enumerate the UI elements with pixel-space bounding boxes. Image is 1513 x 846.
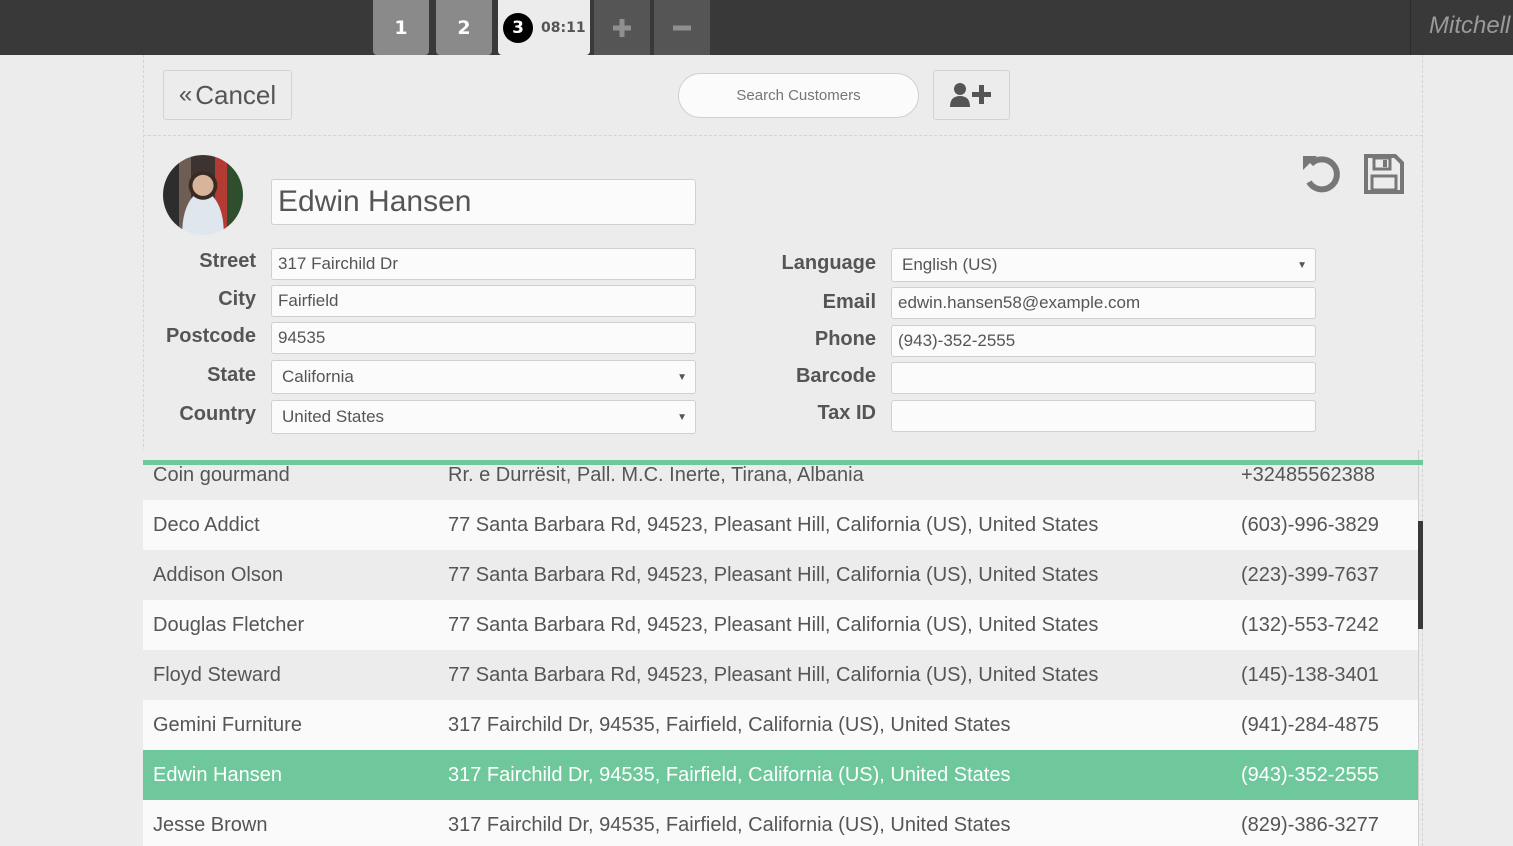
- email-label: Email: [822, 291, 876, 313]
- double-chevron-left-icon: «: [178, 81, 193, 108]
- country-select[interactable]: United States ▼: [271, 400, 696, 434]
- customer-avatar[interactable]: [163, 155, 243, 235]
- street-input[interactable]: [271, 248, 696, 280]
- state-label: State: [207, 364, 256, 386]
- order-time: 08:11: [541, 19, 586, 36]
- customer-row[interactable]: Coin gourmand Rr. e Durrësit, Pall. M.C.…: [143, 450, 1418, 500]
- dropdown-arrow-icon: ▼: [677, 371, 687, 383]
- cancel-label: Cancel: [195, 79, 277, 110]
- username: Mitchell: [1429, 12, 1511, 39]
- customer-name: Edwin Hansen: [153, 763, 282, 786]
- customer-name: Jesse Brown: [153, 813, 268, 836]
- order-tab-1[interactable]: 1: [373, 0, 429, 55]
- language-label: Language: [781, 252, 876, 274]
- customer-address: 317 Fairchild Dr, 94535, Fairfield, Cali…: [448, 763, 1011, 786]
- search-customers-input[interactable]: [678, 73, 919, 118]
- customer-address: 317 Fairchild Dr, 94535, Fairfield, Cali…: [448, 813, 1011, 836]
- save-button[interactable]: [1360, 150, 1408, 198]
- order-tab-label: 2: [457, 16, 471, 39]
- customer-phone: (145)-138-3401: [1241, 663, 1379, 686]
- minus-icon: [673, 25, 691, 30]
- barcode-input[interactable]: [891, 362, 1316, 394]
- plus-icon: [613, 18, 631, 37]
- order-tab-label: 1: [394, 16, 408, 39]
- undo-icon: [1303, 156, 1340, 193]
- user-plus-icon: [949, 83, 991, 107]
- add-customer-button[interactable]: [933, 70, 1010, 120]
- customer-phone: (941)-284-4875: [1241, 713, 1379, 736]
- dropdown-arrow-icon: ▼: [677, 411, 687, 423]
- order-tab-2[interactable]: 2: [436, 0, 492, 55]
- remove-order-button[interactable]: [654, 0, 710, 55]
- phone-label: Phone: [814, 328, 876, 350]
- postcode-label: Postcode: [165, 325, 256, 347]
- customer-phone: (829)-386-3277: [1241, 813, 1379, 836]
- customer-name: Floyd Steward: [153, 663, 281, 686]
- customer-name: Gemini Furniture: [153, 713, 302, 736]
- cancel-button[interactable]: « Cancel: [163, 70, 292, 120]
- top-bar: 1 2 3 08:11 Mitchell: [0, 0, 1513, 55]
- customer-phone: (943)-352-2555: [1241, 763, 1379, 786]
- tax-id-input[interactable]: [891, 400, 1316, 432]
- customer-row-selected[interactable]: Edwin Hansen 317 Fairchild Dr, 94535, Fa…: [143, 750, 1418, 800]
- customer-name-input[interactable]: [271, 179, 696, 225]
- customer-address: 77 Santa Barbara Rd, 94523, Pleasant Hil…: [448, 613, 1099, 636]
- customer-phone: (223)-399-7637: [1241, 563, 1379, 586]
- customer-list: Coin gourmand Rr. e Durrësit, Pall. M.C.…: [143, 450, 1419, 846]
- city-label: City: [218, 288, 256, 310]
- customer-row[interactable]: Douglas Fletcher 77 Santa Barbara Rd, 94…: [143, 600, 1418, 650]
- customer-phone: (132)-553-7242: [1241, 613, 1379, 636]
- customer-name: Addison Olson: [153, 563, 284, 586]
- undo-button[interactable]: [1297, 150, 1345, 198]
- user-menu[interactable]: Mitchell: [1410, 0, 1513, 55]
- customer-address: Rr. e Durrësit, Pall. M.C. Inerte, Tiran…: [448, 463, 864, 486]
- language-value: English (US): [902, 255, 998, 274]
- customer-phone: +32485562388: [1241, 463, 1376, 486]
- tax-id-label: Tax ID: [817, 402, 876, 424]
- dropdown-arrow-icon: ▼: [1297, 259, 1307, 271]
- customer-phone: (603)-996-3829: [1241, 513, 1379, 536]
- customer-name: Coin gourmand: [153, 463, 290, 486]
- customer-row[interactable]: Floyd Steward 77 Santa Barbara Rd, 94523…: [143, 650, 1418, 700]
- language-select[interactable]: English (US) ▼: [891, 248, 1316, 282]
- floppy-disk-icon: [1364, 154, 1404, 194]
- state-select[interactable]: California ▼: [271, 360, 696, 394]
- customer-address: 77 Santa Barbara Rd, 94523, Pleasant Hil…: [448, 513, 1099, 536]
- email-input[interactable]: [891, 287, 1316, 319]
- phone-input[interactable]: [891, 325, 1316, 357]
- customer-name: Douglas Fletcher: [153, 613, 305, 636]
- country-label: Country: [179, 403, 256, 425]
- customer-row[interactable]: Deco Addict 77 Santa Barbara Rd, 94523, …: [143, 500, 1418, 550]
- street-label: Street: [199, 250, 256, 272]
- list-top-accent: [143, 460, 1423, 465]
- customer-row[interactable]: Addison Olson 77 Santa Barbara Rd, 94523…: [143, 550, 1418, 600]
- customer-row[interactable]: Jesse Brown 317 Fairchild Dr, 94535, Fai…: [143, 800, 1418, 846]
- customer-row[interactable]: Gemini Furniture 317 Fairchild Dr, 94535…: [143, 700, 1418, 750]
- customer-address: 317 Fairchild Dr, 94535, Fairfield, Cali…: [448, 713, 1011, 736]
- customer-name: Deco Addict: [153, 513, 260, 536]
- country-value: United States: [282, 407, 385, 426]
- order-tab-3-active[interactable]: 3 08:11: [498, 0, 590, 55]
- header-divider: [143, 135, 1423, 136]
- customer-address: 77 Santa Barbara Rd, 94523, Pleasant Hil…: [448, 563, 1099, 586]
- barcode-label: Barcode: [795, 365, 876, 387]
- customer-address: 77 Santa Barbara Rd, 94523, Pleasant Hil…: [448, 663, 1099, 686]
- list-scrollbar[interactable]: [1418, 521, 1423, 629]
- add-order-button[interactable]: [594, 0, 650, 55]
- postcode-input[interactable]: [271, 322, 696, 354]
- state-value: California: [282, 367, 354, 386]
- order-number-badge: 3: [503, 12, 533, 43]
- city-input[interactable]: [271, 285, 696, 317]
